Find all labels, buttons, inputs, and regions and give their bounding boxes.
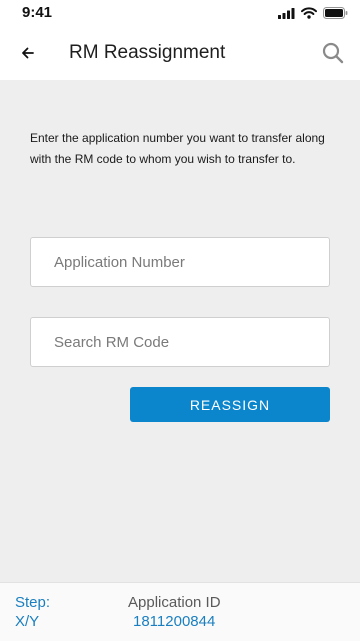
application-number-input[interactable]: [30, 237, 330, 287]
step-label: Step:: [15, 594, 51, 611]
footer-bar: Step: X/Y Application ID 1811200844: [0, 582, 360, 641]
search-icon[interactable]: [322, 42, 344, 64]
back-arrow-icon[interactable]: [18, 43, 38, 63]
app-header: RM Reassignment: [0, 28, 360, 80]
instruction-text: Enter the application number you want to…: [30, 131, 325, 166]
wifi-icon: [301, 7, 317, 19]
application-id-label: Application ID: [128, 594, 221, 611]
step-value: X/Y: [15, 613, 40, 630]
status-bar: 9:41: [0, 0, 360, 28]
reassign-button[interactable]: REASSIGN: [130, 387, 330, 422]
battery-icon: [323, 7, 348, 19]
page-title: RM Reassignment: [69, 42, 226, 63]
status-icons: [278, 6, 348, 20]
signal-icon: [278, 7, 295, 19]
application-id-value: 1811200844: [133, 613, 216, 630]
status-time: 9:41: [22, 4, 53, 21]
rm-code-search-input[interactable]: [30, 317, 330, 367]
